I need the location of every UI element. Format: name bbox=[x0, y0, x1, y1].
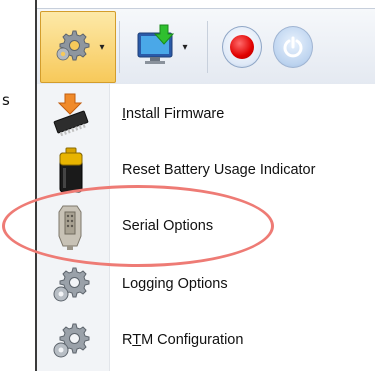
menu-item-label: RTM Configuration bbox=[122, 332, 244, 348]
download-dropdown-button[interactable]: ▾ bbox=[123, 11, 199, 83]
toolbar: ▾ ▾ bbox=[37, 8, 375, 86]
app-window: ▾ ▾ Install Firmware Reset Battery Usage… bbox=[35, 0, 375, 371]
menu-item-reset-battery[interactable]: Reset Battery Usage Indicator bbox=[37, 142, 375, 198]
record-dot bbox=[230, 35, 254, 59]
chevron-down-icon: ▾ bbox=[99, 41, 105, 53]
menu-item-rtm-configuration[interactable]: RTM Configuration bbox=[37, 312, 375, 368]
page: s ▾ ▾ Install Firmware Reset Battery Usa… bbox=[0, 0, 375, 371]
menu-item-label: Reset Battery Usage Indicator bbox=[122, 162, 316, 178]
gear-icon bbox=[47, 316, 95, 364]
menu-item-label: Logging Options bbox=[122, 276, 228, 292]
toolbar-separator bbox=[119, 21, 120, 73]
menu-item-label: Serial Options bbox=[122, 218, 214, 234]
power-button[interactable] bbox=[273, 11, 313, 83]
settings-dropdown-button[interactable]: ▾ bbox=[40, 11, 116, 83]
menu-item-label: Install Firmware bbox=[122, 106, 225, 122]
toolbar-separator bbox=[207, 21, 208, 73]
monitor-download-icon bbox=[134, 23, 178, 71]
settings-menu: Install Firmware Reset Battery Usage Ind… bbox=[37, 84, 375, 371]
chevron-down-icon: ▾ bbox=[182, 41, 188, 53]
power-icon bbox=[273, 26, 313, 68]
background-text-fragment: s bbox=[2, 91, 10, 109]
gear-icon bbox=[47, 260, 95, 308]
menu-item-install-firmware[interactable]: Install Firmware bbox=[37, 86, 375, 142]
record-icon bbox=[222, 26, 262, 68]
record-button[interactable] bbox=[222, 11, 262, 83]
menu-item-serial-options[interactable]: Serial Options bbox=[37, 198, 375, 254]
menu-item-logging-options[interactable]: Logging Options bbox=[37, 256, 375, 312]
chip-download-icon bbox=[47, 90, 95, 138]
battery-icon bbox=[47, 146, 95, 194]
gear-icon bbox=[51, 23, 95, 71]
serial-connector-icon bbox=[47, 202, 95, 250]
